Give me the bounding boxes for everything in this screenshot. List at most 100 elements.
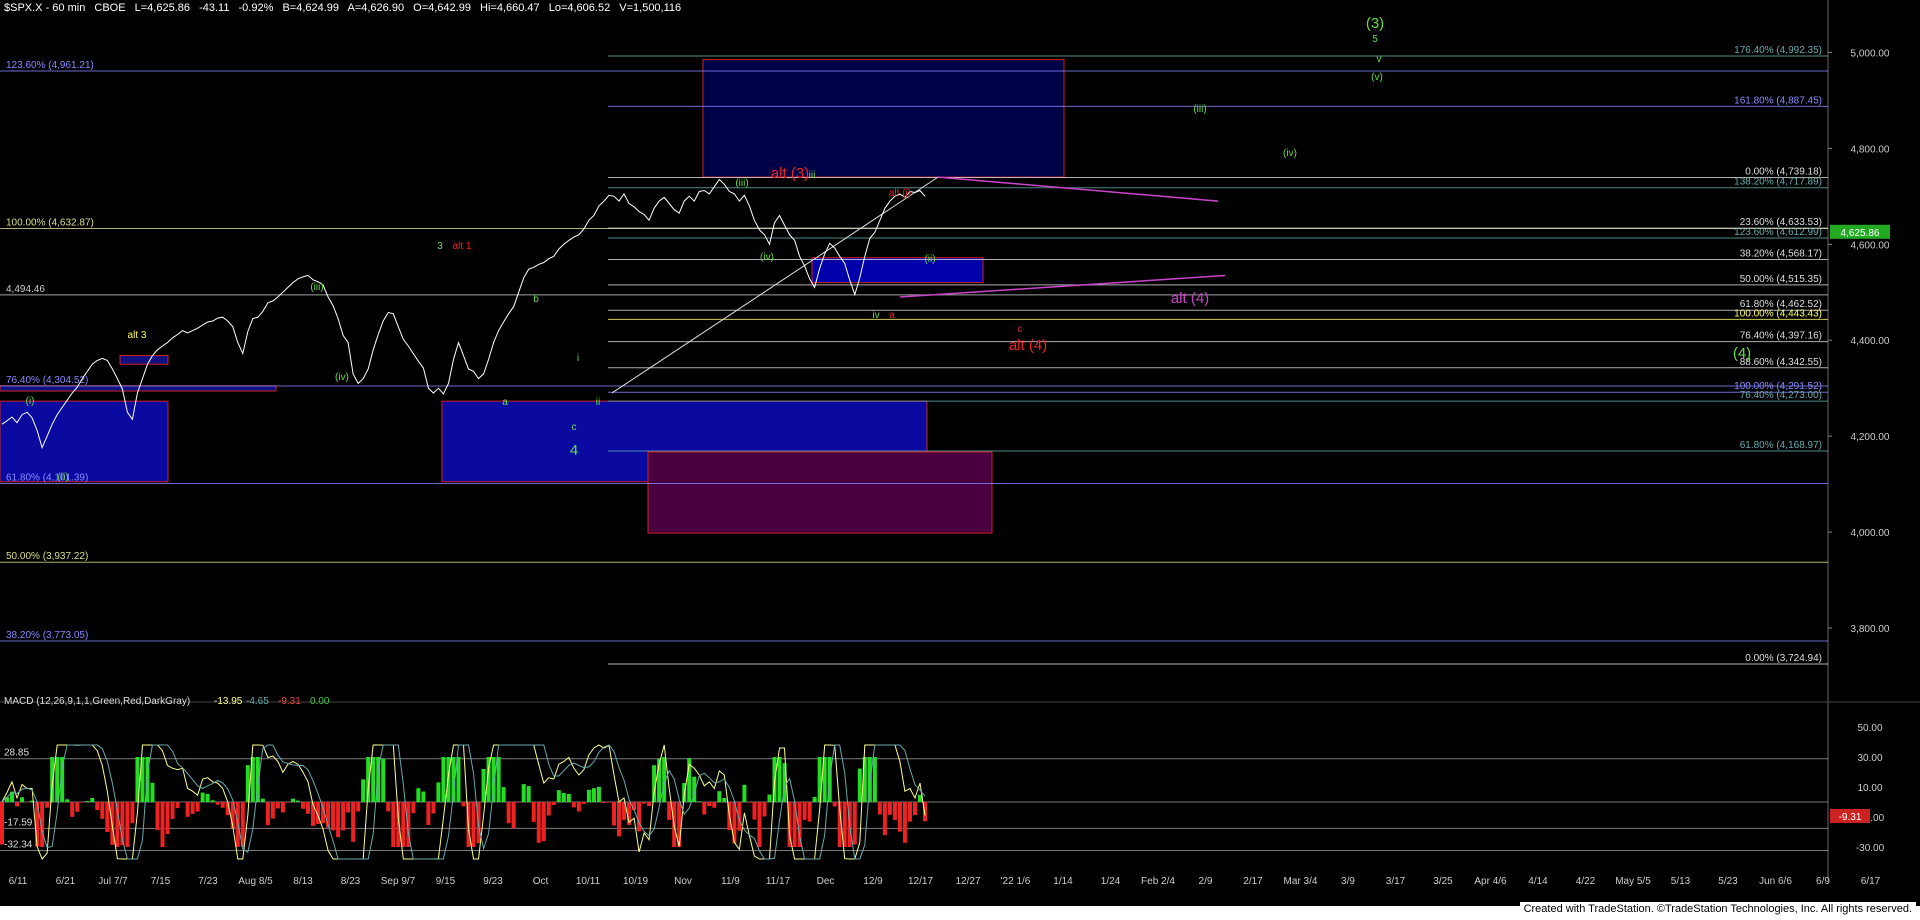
wave-label: b — [533, 294, 539, 305]
macd-hist-bar — [717, 791, 722, 802]
macd-badge-label: -9.31 — [1839, 812, 1862, 823]
macd-hist-bar — [777, 757, 782, 802]
macd-level-label: -32.34 — [4, 840, 33, 851]
macd-hist-bar — [356, 802, 361, 812]
macd-hist-bar — [396, 802, 401, 847]
macd-hist-bar — [65, 799, 70, 802]
macd-hist-bar — [702, 802, 707, 815]
macd-readout: -13.95 — [214, 696, 243, 707]
macd-hist-bar — [722, 797, 727, 802]
macd-hist-bar — [270, 802, 275, 819]
fib-label: 123.60% (4,961.21) — [6, 60, 94, 71]
macd-y-tick-label: -30.00 — [1856, 843, 1885, 854]
macd-hist-bar — [290, 798, 295, 802]
macd-hist-bar — [747, 802, 752, 803]
macd-y-tick-label: 10.00 — [1857, 783, 1882, 794]
fib-label: 76.40% (4,273.00) — [1740, 390, 1822, 401]
macd-hist-bar — [125, 802, 130, 847]
macd-hist-bar — [606, 802, 611, 803]
macd-hist-bar — [295, 800, 300, 802]
chart-header: $SPX.X - 60 min CBOE L=4,625.86 -43.11 -… — [4, 2, 687, 14]
macd-hist-bar — [205, 793, 210, 802]
x-tick-label: 12/27 — [955, 876, 980, 887]
macd-hist-bar — [642, 802, 647, 804]
macd-hist-bar — [617, 802, 622, 837]
macd-hist-bar — [601, 802, 606, 804]
x-tick-label: 6/9 — [1816, 876, 1830, 887]
macd-hist-bar — [501, 787, 506, 802]
x-tick-label: 11/9 — [721, 876, 740, 887]
macd-hist-bar — [421, 791, 426, 802]
macd-hist-bar — [431, 802, 436, 814]
macd-hist-bar — [496, 757, 501, 802]
x-tick-label: 10/11 — [576, 876, 601, 887]
macd-hist-bar — [160, 802, 165, 847]
wave-label: a — [889, 310, 895, 321]
wave-label: c — [572, 422, 577, 433]
macd-hist-bar — [386, 802, 391, 812]
macd-hist-bar — [566, 793, 571, 802]
macd-hist-bar — [95, 802, 100, 811]
last-price: L=4,625.86 — [134, 2, 191, 14]
macd-hist-bar — [917, 794, 922, 802]
macd-hist-bar — [551, 802, 556, 806]
x-tick-label: Aug 8/5 — [238, 876, 273, 887]
macd-hist-bar — [637, 802, 642, 832]
wave-label: (iii) — [1193, 104, 1206, 115]
macd-hist-bar — [105, 802, 110, 833]
macd-hist-bar — [757, 802, 762, 847]
wave-label: (i) — [26, 396, 35, 407]
wave-label: iv — [872, 310, 879, 321]
x-tick-label: 8/23 — [341, 876, 361, 887]
macd-hist-bar — [526, 786, 531, 802]
macd-hist-bar — [877, 802, 882, 815]
macd-hist-bar — [742, 784, 747, 802]
fib-label: 161.80% (4,887.45) — [1734, 95, 1822, 106]
fib-label: 76.40% (4,304.52) — [6, 375, 88, 386]
macd-hist-bar — [576, 802, 581, 812]
macd-hist-bar — [852, 802, 857, 845]
macd-hist-bar — [571, 802, 576, 808]
wave-label: (4) — [1733, 345, 1751, 362]
macd-hist-bar — [892, 802, 897, 820]
macd-hist-bar — [581, 802, 586, 805]
y-tick-label: 3,800.00 — [1851, 624, 1890, 635]
wave-label: (ii) — [57, 472, 68, 483]
credit-text: Created with TradeStation. ©TradeStation… — [1519, 902, 1916, 916]
blue-zone-top — [702, 59, 1065, 178]
macd-hist-bar — [882, 802, 887, 836]
y-tick-label: 4,400.00 — [1851, 336, 1890, 347]
exchange-label: CBOE — [94, 2, 126, 14]
macd-hist-bar — [812, 796, 817, 802]
fib-label: 123.60% (4,612.99) — [1734, 227, 1822, 238]
wave-label: alt (i) — [889, 188, 911, 199]
wave-label: ii — [596, 397, 600, 408]
wave-label: alt 3 — [128, 330, 147, 341]
wave-label: 3 — [437, 241, 443, 252]
x-tick-label: Apr 4/6 — [1474, 876, 1507, 887]
macd-hist-bar — [872, 757, 877, 802]
wave-label: alt (4) — [1171, 290, 1209, 307]
macd-hist-bar — [220, 802, 225, 808]
macd-hist-bar — [175, 802, 180, 809]
y-tick-label: 4,800.00 — [1851, 144, 1890, 155]
macd-hist-bar — [611, 802, 616, 826]
macd-hist-bar — [170, 802, 175, 819]
fib-label: 176.40% (4,992.35) — [1734, 45, 1822, 56]
x-tick-label: 1/24 — [1101, 876, 1121, 887]
macd-hist-bar — [416, 788, 421, 802]
wave-label: 5 — [1372, 34, 1378, 45]
x-tick-label: 2/17 — [1243, 876, 1263, 887]
wave-label: a — [502, 397, 508, 408]
fib-label: 38.20% (4,568.17) — [1740, 249, 1822, 260]
price-badge-label: 4,625.86 — [1841, 228, 1880, 239]
x-tick-label: 5/23 — [1718, 876, 1738, 887]
x-tick-label: 8/13 — [293, 876, 313, 887]
macd-hist-bar — [912, 802, 917, 816]
fib-label: 50.00% (4,515.35) — [1740, 274, 1822, 285]
macd-hist-bar — [200, 792, 205, 802]
macd-hist-bar — [130, 802, 135, 824]
y-tick-label: 4,600.00 — [1851, 240, 1890, 251]
macd-hist-bar — [85, 800, 90, 802]
low-price: Lo=4,606.52 — [548, 2, 611, 14]
